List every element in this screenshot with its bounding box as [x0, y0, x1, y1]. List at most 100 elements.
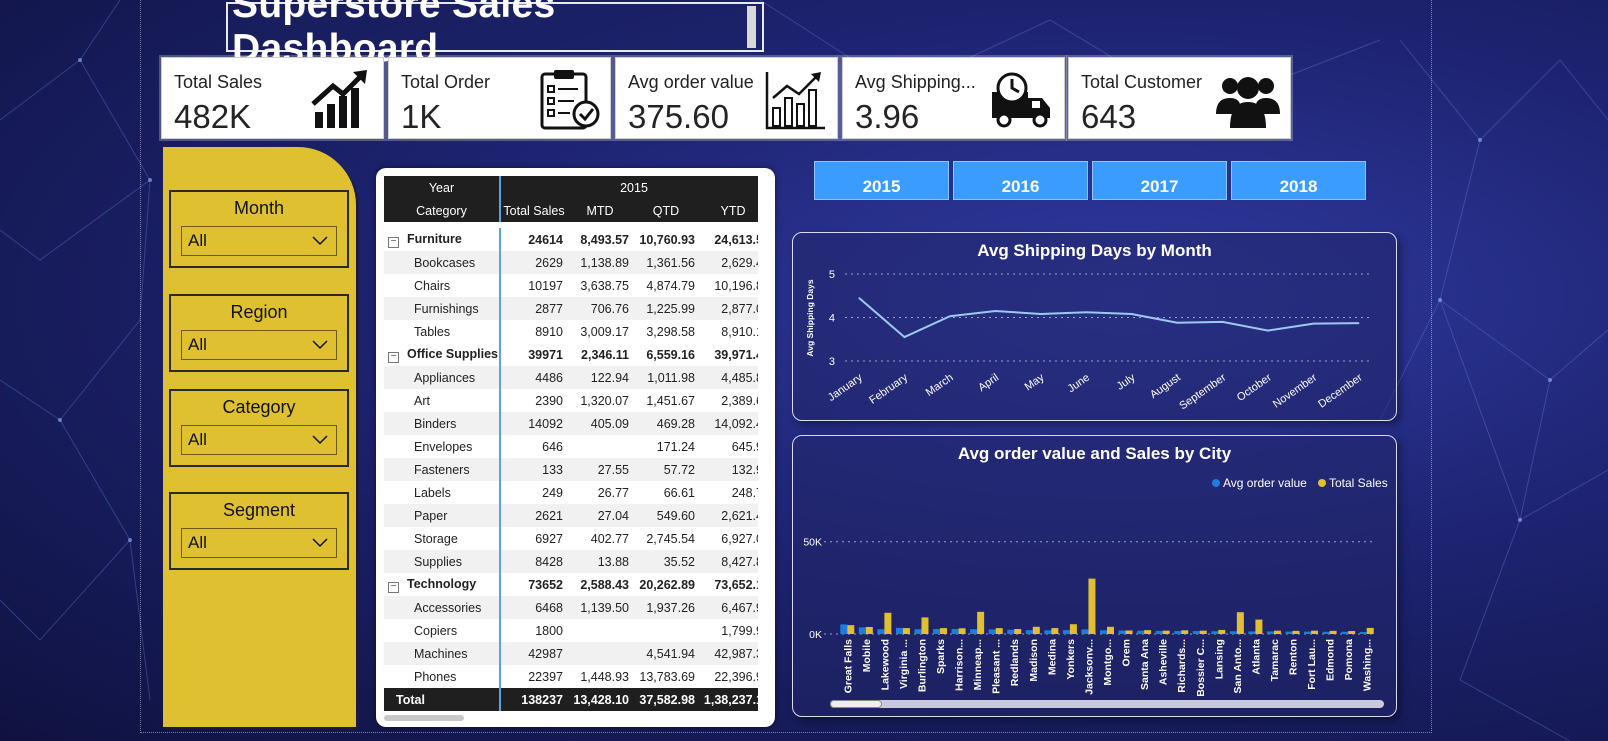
matrix-group-row[interactable]: − Office Supplies 39971 2,346.11 6,559.16 39,… — [384, 343, 758, 366]
bar-total-sales[interactable] — [1032, 626, 1040, 634]
legend-label[interactable]: Total Sales — [1329, 476, 1388, 490]
column-header-mtd[interactable]: MTD — [567, 199, 633, 222]
chart-scrollbar-track[interactable] — [830, 700, 1384, 708]
bar-avg-order-value[interactable] — [858, 627, 866, 634]
bar-total-sales[interactable] — [1107, 626, 1114, 634]
year-button-2015[interactable]: 2015 — [814, 161, 949, 200]
matrix-row[interactable]: Copiers 1800 1,799.9 — [384, 619, 758, 642]
data-point[interactable] — [858, 297, 860, 299]
bar-avg-order-value[interactable] — [840, 624, 848, 634]
bar-avg-order-value[interactable] — [1044, 630, 1052, 634]
bar-total-sales[interactable] — [902, 628, 910, 634]
column-header-total-sales[interactable]: Total Sales — [500, 199, 567, 222]
dashboard-title-box[interactable]: Superstore Sales Dashboard — [226, 0, 764, 70]
bar-total-sales[interactable] — [1199, 630, 1207, 634]
bar-avg-order-value[interactable] — [1007, 629, 1015, 634]
matrix-row[interactable]: Paper 262127.04549.602,621.4 — [384, 504, 758, 527]
collapse-icon[interactable]: − — [388, 351, 399, 363]
year-button-2018[interactable]: 2018 — [1231, 161, 1366, 200]
data-point[interactable] — [1358, 322, 1360, 324]
chart-scrollbar-thumb[interactable] — [830, 700, 882, 708]
data-point[interactable] — [1313, 323, 1315, 325]
bar-avg-order-value[interactable] — [1025, 630, 1033, 634]
bar-avg-order-value[interactable] — [951, 629, 959, 634]
bar-total-sales[interactable] — [1329, 630, 1337, 634]
collapse-icon[interactable]: − — [388, 581, 399, 593]
bar-total-sales[interactable] — [1292, 630, 1300, 634]
bar-total-sales[interactable] — [1051, 628, 1059, 634]
matrix-row[interactable]: Binders 14092405.09469.2814,092.4 — [384, 412, 758, 435]
matrix-group-row[interactable]: −Furniture246148,493.5710,760.9324,613.5 — [384, 228, 758, 251]
data-point[interactable] — [903, 336, 905, 338]
kpi-card-total-sales[interactable]: Total Sales 482K — [161, 57, 384, 139]
bar-total-sales[interactable] — [1236, 612, 1244, 634]
matrix-row[interactable]: Machines 42987 4,541.9442,987.3 — [384, 642, 758, 665]
bar-avg-order-value[interactable] — [970, 629, 978, 634]
matrix-total-row[interactable]: Total 138237 13,428.10 37,582.98 1,38,237.1 — [384, 688, 758, 711]
bar-total-sales[interactable] — [940, 628, 948, 634]
column-header-ytd[interactable]: YTD — [699, 199, 758, 222]
data-point[interactable] — [1267, 330, 1269, 332]
data-point[interactable] — [1222, 321, 1224, 323]
matrix-row[interactable]: Furnishings 2877706.761,225.992,877.0 — [384, 297, 758, 320]
matrix-row[interactable]: Accessories 64681,139.501,937.266,467.9 — [384, 596, 758, 619]
bar-total-sales[interactable] — [1348, 631, 1356, 634]
matrix-row[interactable]: Supplies 842813.8835.528,427.8 — [384, 550, 758, 573]
bar-total-sales[interactable] — [1311, 630, 1319, 634]
bar-total-sales[interactable] — [847, 625, 855, 634]
matrix-row[interactable]: Labels 249 26.77 66.61 248.7 — [384, 481, 758, 504]
bar-avg-order-value[interactable] — [1192, 631, 1200, 634]
bar-avg-order-value[interactable] — [988, 629, 996, 634]
bar-total-sales[interactable] — [1366, 627, 1374, 634]
bar-total-sales[interactable] — [884, 612, 892, 634]
bar-avg-order-value[interactable] — [1359, 631, 1367, 634]
matrix-row[interactable]: Appliances 4486122.941,011.984,485.8 — [384, 366, 758, 389]
bar-avg-order-value[interactable] — [1248, 631, 1256, 634]
kpi-card-total-customer[interactable]: Total Customer 643 — [1068, 57, 1291, 139]
bar-avg-order-value[interactable] — [1304, 631, 1312, 634]
collapse-icon[interactable]: − — [388, 236, 399, 248]
bar-avg-order-value[interactable] — [1137, 630, 1145, 634]
bar-total-sales[interactable] — [1273, 630, 1281, 634]
data-point[interactable] — [994, 310, 996, 312]
bar-total-sales[interactable] — [977, 611, 985, 634]
matrix-row[interactable]: Chairs 10197 3,638.75 4,874.79 10,196.8 — [384, 274, 758, 297]
matrix-scroll-area[interactable]: Year 2015 Category Total Sales MTD QTD Y… — [384, 176, 758, 712]
bar-total-sales[interactable] — [1144, 630, 1152, 634]
kpi-card-avg-order-value[interactable]: Avg order value 375.60 — [615, 57, 838, 139]
city-chart-panel[interactable]: Avg order value and Sales by City Avg or… — [792, 435, 1397, 717]
bar-total-sales[interactable] — [1218, 629, 1226, 634]
bar-total-sales[interactable] — [995, 628, 1003, 634]
column-header-category[interactable]: Category — [384, 199, 501, 222]
shipping-days-chart-panel[interactable]: Avg Shipping Days by Month 3 4 5 Avg Shippi… — [792, 232, 1397, 421]
matrix-group-row[interactable]: − Technology 73652 2,588.43 20,262.89 73,652.… — [384, 573, 758, 596]
bar-avg-order-value[interactable] — [877, 629, 885, 634]
matrix-row[interactable]: Bookcases 26291,138.891,361.562,629.4 — [384, 251, 758, 274]
bar-avg-order-value[interactable] — [1341, 631, 1349, 634]
bar-avg-order-value[interactable] — [1174, 631, 1182, 634]
bar-avg-order-value[interactable] — [1229, 631, 1237, 634]
bar-avg-order-value[interactable] — [933, 629, 941, 634]
data-point[interactable] — [949, 315, 951, 317]
bar-total-sales[interactable] — [1014, 629, 1022, 634]
category-dropdown[interactable]: All — [181, 425, 337, 455]
year-button-2017[interactable]: 2017 — [1092, 161, 1227, 200]
matrix-row[interactable]: Storage 6927 402.77 2,745.54 6,927.0 — [384, 527, 758, 550]
bar-total-sales[interactable] — [1181, 630, 1189, 634]
month-dropdown[interactable]: All — [181, 226, 337, 256]
bar-total-sales[interactable] — [1255, 619, 1263, 634]
bar-total-sales[interactable] — [865, 626, 873, 634]
bar-total-sales[interactable] — [921, 617, 929, 634]
bar-total-sales[interactable] — [1069, 624, 1077, 634]
bar-avg-order-value[interactable] — [895, 627, 903, 634]
legend-label[interactable]: Avg order value — [1223, 476, 1307, 490]
data-point[interactable] — [1176, 322, 1178, 324]
bar-avg-order-value[interactable] — [1285, 631, 1293, 634]
region-dropdown[interactable]: All — [181, 330, 337, 360]
matrix-row[interactable]: Art 2390 1,320.07 1,451.67 2,389.6 — [384, 389, 758, 412]
bar-avg-order-value[interactable] — [914, 629, 922, 634]
bar-avg-order-value[interactable] — [1322, 631, 1330, 634]
year-button-2016[interactable]: 2016 — [953, 161, 1088, 200]
bar-avg-order-value[interactable] — [1266, 631, 1274, 634]
bar-total-sales[interactable] — [1125, 630, 1133, 634]
